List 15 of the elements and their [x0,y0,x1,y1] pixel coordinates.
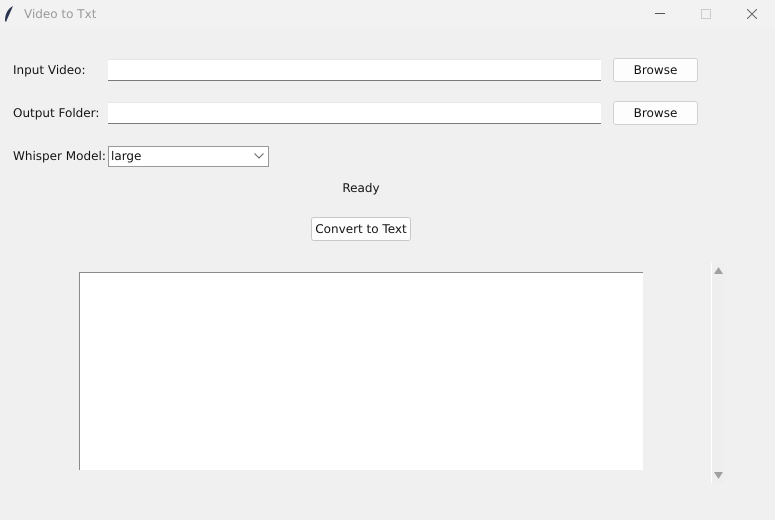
up-arrow-icon[interactable] [714,267,722,274]
window-title: Video to Txt [24,7,96,21]
convert-button[interactable]: Convert to Text [311,217,411,241]
field-label: Output Folder: [13,106,100,120]
input-field[interactable] [108,59,601,81]
feather-icon [2,5,16,23]
browse-button[interactable]: Browse [613,101,698,125]
input-field[interactable] [108,102,601,124]
field-label: Whisper Model: [13,149,107,163]
field-label: Input Video: [13,63,87,77]
browse-button[interactable]: Browse [613,58,698,82]
status-text: Ready [341,181,381,195]
chevron-icon [254,153,264,159]
model-dropdown[interactable]: large [108,146,269,166]
down-arrow-icon[interactable] [714,472,722,479]
